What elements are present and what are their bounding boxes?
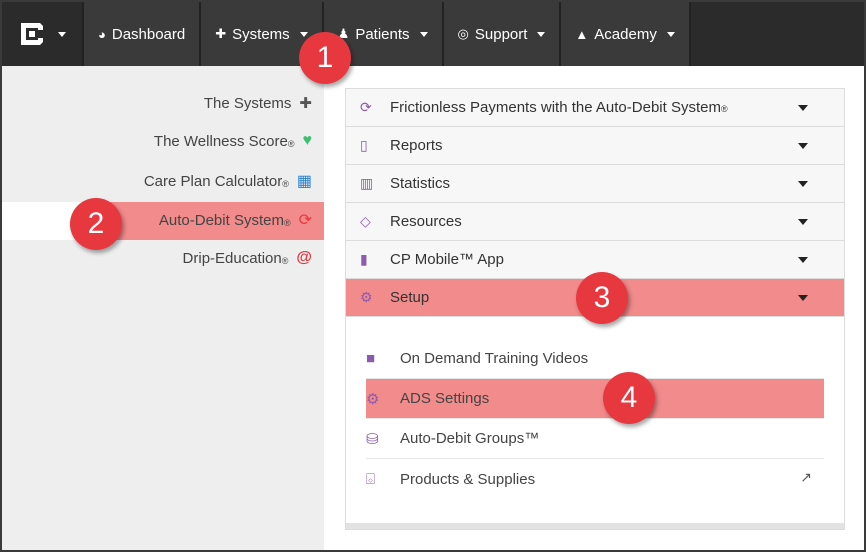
setup-item-products-supplies[interactable]: ⌺ Products & Supplies ↗ [366,459,824,499]
sidebar: The Systems ✚ The Wellness Score® ♥ Care… [2,66,324,550]
nav-academy-label: Academy [594,25,657,43]
mobile-icon: ▮ [360,251,368,267]
basket-icon: ⌺ [366,470,376,488]
accordion-reports[interactable]: ▯ Reports [346,127,844,165]
sidebar-item-label: The Systems [203,94,292,112]
logo-icon [21,23,43,45]
setup-item-training-videos[interactable]: ■ On Demand Training Videos [366,339,824,379]
callout-badge-1: 1 [299,32,351,84]
at-icon: @ [296,249,312,266]
logo-menu[interactable] [2,2,84,66]
lifebuoy-icon: ◎ [457,26,469,41]
accordion-statistics[interactable]: ▥ Statistics [346,165,844,203]
registered-mark: ® [287,138,295,149]
caret-down-icon [798,143,808,149]
refresh-icon: ⟳ [360,99,372,115]
nav-patients-label: Patients [355,25,410,43]
caret-down-icon [798,181,808,187]
app-window: ◕ Dashboard ✚ Systems ♟ Patients ◎ Suppo… [0,0,866,552]
accordion-resources[interactable]: ◇ Resources [346,203,844,241]
cogs-icon: ⚙ [360,289,373,305]
accordion-label: Statistics [390,175,451,192]
puzzle-icon: ✚ [299,95,312,112]
sidebar-item-label: The Wellness Score [153,132,288,150]
accordion-frictionless-payments[interactable]: ⟳ Frictionless Payments with the Auto-De… [346,89,844,127]
sidebar-item-care-plan-calculator[interactable]: Care Plan Calculator® ▦ [144,171,312,191]
external-link-icon[interactable]: ↗ [800,469,812,486]
callout-badge-4: 4 [603,372,655,424]
registered-mark: ® [283,217,291,228]
bar-chart-icon: ▥ [360,175,374,191]
nav-spacer [690,2,864,66]
refresh-icon: ⟳ [298,212,312,229]
nav-dashboard-label: Dashboard [111,25,186,43]
accordion-label: Reports [390,137,443,154]
setup-item-label: Products & Supplies [400,470,536,488]
setup-item-ads-settings[interactable]: ⚙ ADS Settings [366,379,824,419]
dashboard-icon: ◕ [98,26,106,42]
caret-down-icon [798,295,808,301]
database-icon: ⛁ [366,430,379,448]
caret-down-icon [798,105,808,111]
sidebar-item-drip-education[interactable]: Drip-Education® @ [183,249,312,267]
graduation-cap-icon: ▲ [575,26,589,42]
setup-item-label: Auto-Debit Groups™ [400,430,540,447]
nav-systems-label: Systems [232,25,290,43]
caret-down-icon [798,257,808,263]
file-icon: ▯ [360,137,368,153]
chevron-down-icon [537,31,546,37]
sidebar-item-label: Care Plan Calculator [143,172,283,190]
chevron-down-icon [419,31,428,37]
gear-icon: ⚙ [366,390,380,408]
chevron-down-icon [666,31,675,37]
registered-mark: ® [281,255,289,266]
video-icon: ■ [366,350,376,367]
registered-mark: ® [282,178,289,189]
callout-badge-2: 2 [70,198,122,250]
caret-down-icon [798,219,808,225]
sidebar-item-label: Auto-Debit System [158,211,284,229]
sidebar-item-wellness-score[interactable]: The Wellness Score® ♥ [154,132,312,150]
setup-item-auto-debit-groups[interactable]: ⛁ Auto-Debit Groups™ [366,419,824,459]
sidebar-item-auto-debit-system[interactable]: Auto-Debit System® ⟳ [159,210,312,230]
chevron-down-icon [299,31,308,37]
sidebar-item-label: Drip-Education [182,249,282,267]
diamond-icon: ◇ [360,213,371,229]
puzzle-icon: ✚ [215,26,227,41]
registered-mark: ® [720,103,728,114]
accordion-label: Frictionless Payments with the Auto-Debi… [390,99,721,116]
panel-footer-bar [346,523,844,529]
setup-item-label: ADS Settings [400,390,490,407]
nav-academy[interactable]: ▲ Academy [561,2,691,66]
nav-support-label: Support [474,25,528,43]
top-nav: ◕ Dashboard ✚ Systems ♟ Patients ◎ Suppo… [2,2,864,66]
callout-badge-3: 3 [576,272,628,324]
nav-dashboard[interactable]: ◕ Dashboard [84,2,202,66]
nav-support[interactable]: ◎ Support [443,2,562,66]
sidebar-item-the-systems[interactable]: The Systems ✚ [203,94,312,113]
accordion-label: CP Mobile™ App [390,251,504,268]
heartbeat-icon: ♥ [302,132,313,149]
calculator-icon: ▦ [296,173,312,190]
accordion-label: Setup [390,289,430,306]
chevron-down-icon [58,31,66,37]
setup-item-label: On Demand Training Videos [400,350,589,367]
accordion-label: Resources [390,213,462,230]
